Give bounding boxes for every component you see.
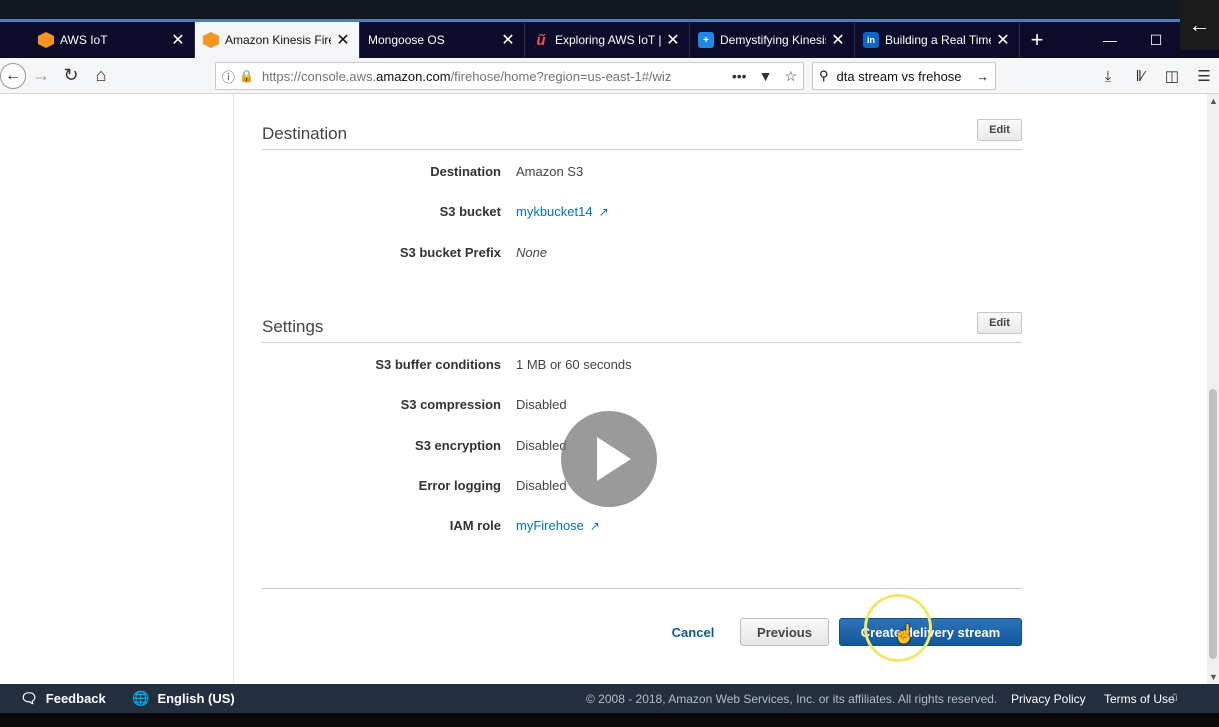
hand-cursor-icon: ☝ [893, 624, 916, 644]
close-icon[interactable]: ✕ [335, 30, 351, 50]
new-tab-button[interactable]: + [1020, 22, 1054, 58]
forward-button[interactable]: → [26, 61, 56, 91]
url-text: https://console.aws.amazon.com/firehose/… [261, 68, 672, 84]
section-divider [262, 342, 1022, 343]
iam-role-label: IAM role [449, 518, 501, 533]
privacy-policy-link[interactable]: Privacy Policy [1011, 692, 1086, 706]
feedback-link[interactable]: 🗨 Feedback [20, 690, 106, 707]
window-controls: — ☐ [1087, 22, 1179, 58]
scrollbar-thumb[interactable] [1209, 389, 1217, 659]
section-title-destination: Destination [262, 124, 348, 143]
back-button[interactable]: ← [0, 62, 26, 89]
pocket-icon[interactable]: ▼ [759, 68, 773, 85]
vertical-scrollbar[interactable]: ▲ ▼ [1207, 94, 1219, 684]
play-icon [597, 437, 631, 481]
tab-exploring-aws-iot[interactable]: ũ Exploring AWS IoT | U ✕ [525, 22, 690, 58]
menu-icon[interactable]: ☰ [1192, 62, 1216, 90]
actions-divider [262, 588, 1022, 589]
tab-demystifying-kinesis[interactable]: + Demystifying Kinesis ✕ [690, 22, 855, 58]
s3-bucket-prefix-value: None [516, 245, 548, 260]
go-arrow-icon[interactable]: → [976, 69, 989, 84]
more-actions-icon[interactable]: ••• [732, 68, 747, 85]
error-logging-label: Error logging [418, 478, 501, 493]
cancel-button[interactable]: Cancel [660, 618, 726, 646]
search-input[interactable]: dta stream vs frehose [837, 69, 976, 84]
speech-bubble-icon: 🗨 [20, 690, 38, 706]
udemy-watermark-icon: ũ [1172, 693, 1178, 704]
library-icon[interactable]: ‖⁄ [1128, 62, 1152, 90]
lock-icon: 🔒 [239, 69, 254, 83]
destination-value: Amazon S3 [516, 164, 584, 179]
s3-bucket-link[interactable]: mykbucket14 ↗ [516, 204, 609, 219]
back-arrow-icon[interactable]: ← [1180, 0, 1219, 50]
external-link-icon: ↗ [598, 205, 609, 219]
s3-encryption-value: Disabled [516, 438, 567, 453]
close-icon[interactable]: ✕ [170, 30, 186, 50]
sidebar-icon[interactable]: ◫ [1160, 62, 1184, 90]
toolbar-icons: ⤓ ‖⁄ ◫ ☰ [1096, 62, 1216, 90]
section-title-settings: Settings [262, 317, 324, 336]
iam-role-link[interactable]: myFirehose ↗ [516, 518, 600, 533]
close-icon[interactable]: ✕ [995, 30, 1011, 50]
tab-kinesis-firehose[interactable]: Amazon Kinesis Fireh ✕ [195, 22, 360, 58]
tab-label: Amazon Kinesis Fireh [225, 33, 331, 47]
close-icon[interactable]: ✕ [830, 30, 846, 50]
maximize-icon[interactable]: ☐ [1133, 32, 1179, 49]
edit-settings-button[interactable]: Edit [977, 312, 1022, 334]
tab-label: Demystifying Kinesis [720, 33, 826, 47]
video-bottom-strip [0, 713, 1219, 727]
play-button[interactable] [561, 411, 657, 507]
s3-buffer-conditions-value: 1 MB or 60 seconds [516, 357, 632, 372]
copyright-text: © 2008 - 2018, Amazon Web Services, Inc.… [586, 691, 998, 706]
home-button[interactable]: ⌂ [86, 61, 116, 91]
tab-aws-iot[interactable]: AWS IoT ✕ [0, 22, 195, 58]
udemy-icon: ũ [536, 31, 546, 49]
tab-label: Building a Real Time [885, 33, 991, 47]
section-divider [262, 149, 1022, 150]
linkedin-icon: in [863, 32, 879, 48]
tab-label: AWS IoT [60, 33, 108, 47]
navigation-bar: ← → ↻ ⌂ ⓘ 🔒 https://console.aws.amazon.c… [0, 58, 1219, 94]
tab-bar: AWS IoT ✕ Amazon Kinesis Fireh ✕ Mongoos… [0, 22, 1219, 58]
page-content: Destination Edit Destination Amazon S3 S… [0, 94, 1207, 684]
close-icon[interactable]: ✕ [665, 30, 681, 50]
s3-bucket-label: S3 bucket [439, 204, 501, 219]
s3-bucket-prefix-label: S3 bucket Prefix [399, 245, 501, 260]
address-bar[interactable]: ⓘ 🔒 https://console.aws.amazon.com/fireh… [215, 62, 804, 90]
sidebar-divider [233, 94, 234, 684]
scroll-down-icon[interactable]: ▼ [1209, 672, 1218, 682]
download-icon[interactable]: ⤓ [1096, 62, 1120, 90]
error-logging-value: Disabled [516, 478, 567, 493]
reload-button[interactable]: ↻ [56, 61, 86, 91]
edit-destination-button[interactable]: Edit [977, 119, 1022, 141]
s3-encryption-label: S3 encryption [415, 438, 501, 453]
bookmark-star-icon[interactable]: ☆ [784, 68, 797, 85]
minimize-icon[interactable]: — [1087, 32, 1133, 48]
s3-compression-value: Disabled [516, 397, 567, 412]
tab-building-real-time[interactable]: in Building a Real Time ✕ [855, 22, 1020, 58]
aws-icon [38, 32, 54, 48]
aws-icon [203, 32, 219, 48]
scroll-up-icon[interactable]: ▲ [1209, 96, 1218, 106]
console-footer: 🗨 Feedback 🌐 English (US) © 2008 - 2018,… [0, 684, 1219, 713]
external-link-icon: ↗ [589, 519, 600, 533]
plus-icon: + [698, 32, 714, 48]
search-bar[interactable]: ⚲ dta stream vs frehose → [812, 62, 996, 90]
tab-label: Mongoose OS [368, 33, 445, 47]
tab-label: Exploring AWS IoT | U [555, 33, 661, 47]
search-icon: ⚲ [819, 68, 829, 83]
previous-button[interactable]: Previous [740, 618, 829, 646]
s3-compression-label: S3 compression [400, 397, 501, 412]
language-selector[interactable]: 🌐 English (US) [132, 690, 235, 707]
terms-of-use-link[interactable]: Terms of Use [1104, 692, 1175, 706]
globe-icon: 🌐 [132, 690, 150, 706]
info-icon[interactable]: ⓘ [222, 67, 235, 86]
close-icon[interactable]: ✕ [500, 30, 516, 50]
destination-label: Destination [430, 164, 501, 179]
s3-buffer-conditions-label: S3 buffer conditions [375, 357, 501, 372]
tab-mongoose-os[interactable]: Mongoose OS ✕ [360, 22, 525, 58]
